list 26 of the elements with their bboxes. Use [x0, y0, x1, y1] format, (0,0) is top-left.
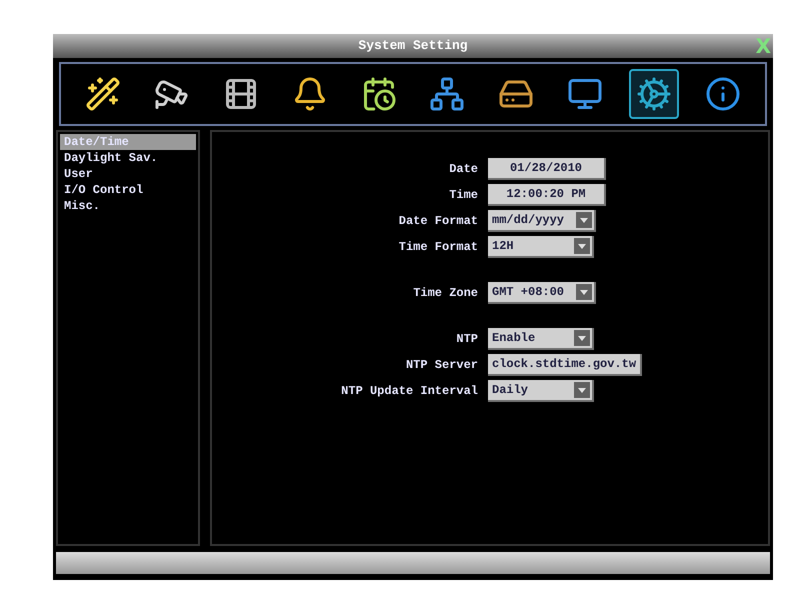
- input-field[interactable]: clock.stdtime.gov.tw: [488, 354, 642, 376]
- sidebar-item[interactable]: Misc.: [60, 198, 196, 214]
- sidebar-item[interactable]: Daylight Sav.: [60, 150, 196, 166]
- field-label: NTP: [455, 331, 478, 348]
- window-title: System Setting: [358, 37, 468, 56]
- dropdown[interactable]: GMT +08:00: [488, 282, 596, 304]
- dropdown[interactable]: mm/dd/yyyy: [488, 210, 596, 232]
- magic-wand-icon: [85, 76, 122, 112]
- dropdown[interactable]: 12H: [488, 236, 594, 258]
- network-icon: [429, 76, 466, 112]
- field-label: Time Format: [398, 239, 478, 256]
- monitor-icon: [566, 76, 603, 112]
- field-label: Time: [448, 187, 478, 204]
- dropdown[interactable]: Daily: [488, 380, 594, 402]
- sidebar-item[interactable]: I/O Control: [60, 182, 196, 198]
- field-label: NTP Update Interval: [340, 383, 478, 400]
- value-button[interactable]: 12:00:20 PM: [488, 184, 606, 206]
- field-label: Date: [448, 161, 478, 178]
- info-icon: [704, 76, 741, 112]
- field-label: Date Format: [398, 213, 478, 230]
- toolbar-button[interactable]: [628, 69, 679, 119]
- dropdown[interactable]: Enable: [488, 328, 594, 350]
- field-label: Time Zone: [412, 285, 478, 302]
- value-button[interactable]: 01/28/2010: [488, 158, 606, 180]
- sidebar-item[interactable]: User: [60, 166, 196, 182]
- field-label: NTP Server: [404, 357, 478, 374]
